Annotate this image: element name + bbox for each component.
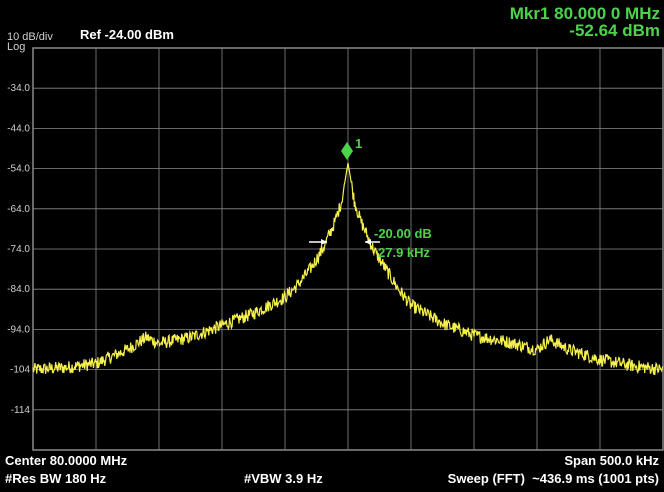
center-frequency: Center 80.0000 MHz: [5, 453, 128, 468]
y-tick-label: -114: [11, 405, 31, 416]
resolution-bandwidth: #Res BW 180 Hz: [5, 471, 107, 486]
spectrum-display: -34.0 -44.0 -54.0 -64.0 -74.0 -84.0 -94.0 -104 -…: [7, 47, 664, 451]
marker-1-number: 1: [355, 136, 363, 151]
y-tick-label: -44.0: [7, 123, 30, 134]
y-tick-label: -104: [10, 365, 30, 376]
marker-1-diamond[interactable]: [341, 142, 353, 160]
video-bandwidth: #VBW 3.9 Hz: [244, 471, 323, 486]
y-tick-label: -74.0: [7, 244, 30, 255]
y-axis-tick-labels: -34.0 -44.0 -54.0 -64.0 -74.0 -84.0 -94.0 -104 -…: [7, 83, 30, 416]
ndb-delta-level: -20.00 dB: [374, 226, 432, 241]
sweep-time: Sweep (FFT) ~436.9 ms (1001 pts): [447, 471, 659, 486]
ndb-bandwidth-value: 27.9 kHz: [378, 245, 431, 260]
y-tick-label: -94.0: [7, 324, 30, 335]
y-tick-label: -34.0: [7, 83, 30, 94]
ndb-bandwidth-arrows: [309, 239, 380, 245]
y-tick-label: -84.0: [7, 284, 30, 295]
y-tick-label: -54.0: [7, 164, 30, 175]
graticule-grid: [33, 48, 663, 450]
span: Span 500.0 kHz: [564, 453, 659, 468]
y-tick-label: -64.0: [7, 204, 30, 215]
